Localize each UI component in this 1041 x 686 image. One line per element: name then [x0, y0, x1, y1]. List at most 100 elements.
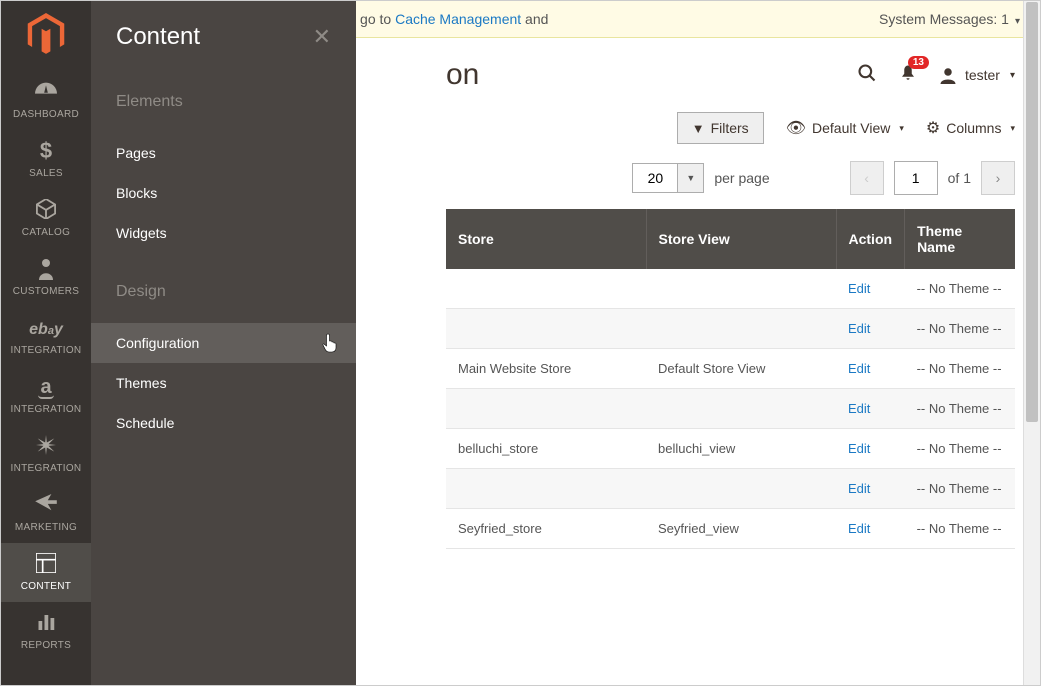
- cell-store: [446, 389, 646, 429]
- cell-store-view: [646, 469, 836, 509]
- nav-marketing[interactable]: MARKETING: [1, 484, 91, 543]
- cursor-icon: [322, 333, 338, 357]
- notification-badge: 13: [908, 56, 929, 69]
- nav-label: INTEGRATION: [1, 463, 91, 474]
- nav-label: REPORTS: [1, 640, 91, 651]
- cell-theme: -- No Theme --: [905, 469, 1015, 509]
- edit-link[interactable]: Edit: [848, 481, 870, 496]
- close-icon[interactable]: ✕: [313, 24, 331, 50]
- admin-sidebar: DASHBOARD $ SALES CATALOGCUSTOMERS ebay INTEG…: [1, 1, 91, 685]
- scrollbar-thumb[interactable]: [1026, 2, 1038, 422]
- cell-store-view: Seyfried_view: [646, 509, 836, 549]
- cell-theme: -- No Theme --: [905, 429, 1015, 469]
- table-row: Edit -- No Theme --: [446, 389, 1015, 429]
- edit-link[interactable]: Edit: [848, 281, 870, 296]
- user-menu[interactable]: tester: [939, 66, 1015, 84]
- edit-link[interactable]: Edit: [848, 521, 870, 536]
- notifications-icon[interactable]: 13: [899, 64, 917, 87]
- username-label: tester: [965, 67, 1000, 83]
- cell-action: Edit: [836, 509, 905, 549]
- nav-dashboard[interactable]: DASHBOARD: [1, 71, 91, 130]
- cell-store-view: [646, 389, 836, 429]
- cell-store-view: [646, 269, 836, 309]
- flyout-link-schedule[interactable]: Schedule: [116, 403, 331, 443]
- prev-page-button[interactable]: ‹: [850, 161, 884, 195]
- nav-label: CONTENT: [1, 581, 91, 592]
- nav-icon: [1, 494, 91, 516]
- col-action[interactable]: Action: [836, 209, 905, 269]
- cell-store: [446, 469, 646, 509]
- funnel-icon: ▼: [692, 121, 705, 136]
- current-page-input[interactable]: [894, 161, 938, 195]
- flyout-title: Content: [116, 23, 200, 51]
- cell-theme: -- No Theme --: [905, 309, 1015, 349]
- nav-label: SALES: [1, 168, 91, 179]
- per-page-label: per page: [714, 170, 769, 186]
- col-store[interactable]: Store: [446, 209, 646, 269]
- system-messages-dropdown[interactable]: System Messages: 1: [879, 11, 1020, 27]
- filters-label: Filters: [711, 120, 749, 136]
- eye-icon: 👁: [786, 118, 806, 138]
- gear-icon: ⚙: [926, 118, 940, 138]
- nav-label: DASHBOARD: [1, 109, 91, 120]
- nav-catalog[interactable]: CATALOG: [1, 189, 91, 248]
- nav-icon: $: [1, 140, 91, 162]
- default-view-label: Default View: [812, 120, 890, 136]
- flyout-link-configuration[interactable]: Configuration: [91, 323, 356, 363]
- edit-link[interactable]: Edit: [848, 441, 870, 456]
- nav-label: MARKETING: [1, 522, 91, 533]
- edit-link[interactable]: Edit: [848, 321, 870, 336]
- nav-customers[interactable]: CUSTOMERS: [1, 248, 91, 307]
- magento-logo[interactable]: [26, 11, 66, 56]
- chevron-down-icon[interactable]: ▼: [677, 164, 703, 192]
- nav-integration[interactable]: INTEGRATION: [1, 425, 91, 484]
- filters-button[interactable]: ▼ Filters: [677, 112, 764, 144]
- nav-icon: a: [1, 376, 91, 398]
- flyout-link-themes[interactable]: Themes: [116, 363, 331, 403]
- table-row: Seyfried_storeSeyfried_viewEdit-- No The…: [446, 509, 1015, 549]
- flyout-link-pages[interactable]: Pages: [116, 133, 331, 173]
- col-theme[interactable]: Theme Name: [905, 209, 1015, 269]
- edit-link[interactable]: Edit: [848, 401, 870, 416]
- page-size-select[interactable]: ▼: [632, 163, 704, 193]
- nav-content[interactable]: CONTENT: [1, 543, 91, 602]
- col-store-view[interactable]: Store View: [646, 209, 836, 269]
- nav-icon: [1, 435, 91, 457]
- sys-msg-after: and: [521, 11, 548, 27]
- cell-action: Edit: [836, 469, 905, 509]
- config-table: Store Store View Action Theme Name Edit -…: [446, 209, 1015, 549]
- cell-action: Edit: [836, 389, 905, 429]
- window-scrollbar[interactable]: [1023, 1, 1040, 685]
- nav-reports[interactable]: REPORTS: [1, 602, 91, 661]
- flyout-link-widgets[interactable]: Widgets: [116, 213, 331, 253]
- flyout-link-blocks[interactable]: Blocks: [116, 173, 331, 213]
- nav-icon: [1, 81, 91, 103]
- page-size-input[interactable]: [633, 164, 677, 192]
- nav-icon: [1, 553, 91, 575]
- cache-management-link[interactable]: Cache Management: [395, 11, 521, 27]
- nav-icon: ebay: [1, 317, 91, 339]
- nav-sales[interactable]: $ SALES: [1, 130, 91, 189]
- search-icon[interactable]: [857, 63, 877, 88]
- cell-theme: -- No Theme --: [905, 389, 1015, 429]
- page-title: on: [446, 58, 479, 92]
- columns-dropdown[interactable]: ⚙ Columns: [926, 118, 1015, 138]
- edit-link[interactable]: Edit: [848, 361, 870, 376]
- nav-label: INTEGRATION: [1, 345, 91, 356]
- table-row: Edit -- No Theme --: [446, 469, 1015, 509]
- cell-action: Edit: [836, 429, 905, 469]
- cell-action: Edit: [836, 349, 905, 389]
- nav-integration[interactable]: a INTEGRATION: [1, 366, 91, 425]
- nav-icon: [1, 612, 91, 634]
- flyout-section-design: Design: [116, 283, 331, 301]
- cell-store: Main Website Store: [446, 349, 646, 389]
- table-row: Edit -- No Theme --: [446, 309, 1015, 349]
- nav-label: INTEGRATION: [1, 404, 91, 415]
- table-row: Main Website StoreDefault Store ViewEdit…: [446, 349, 1015, 389]
- next-page-button[interactable]: ›: [981, 161, 1015, 195]
- nav-integration[interactable]: ebay INTEGRATION: [1, 307, 91, 366]
- columns-label: Columns: [946, 120, 1001, 136]
- cell-store: belluchi_store: [446, 429, 646, 469]
- default-view-dropdown[interactable]: 👁 Default View: [786, 118, 904, 138]
- cell-store: [446, 269, 646, 309]
